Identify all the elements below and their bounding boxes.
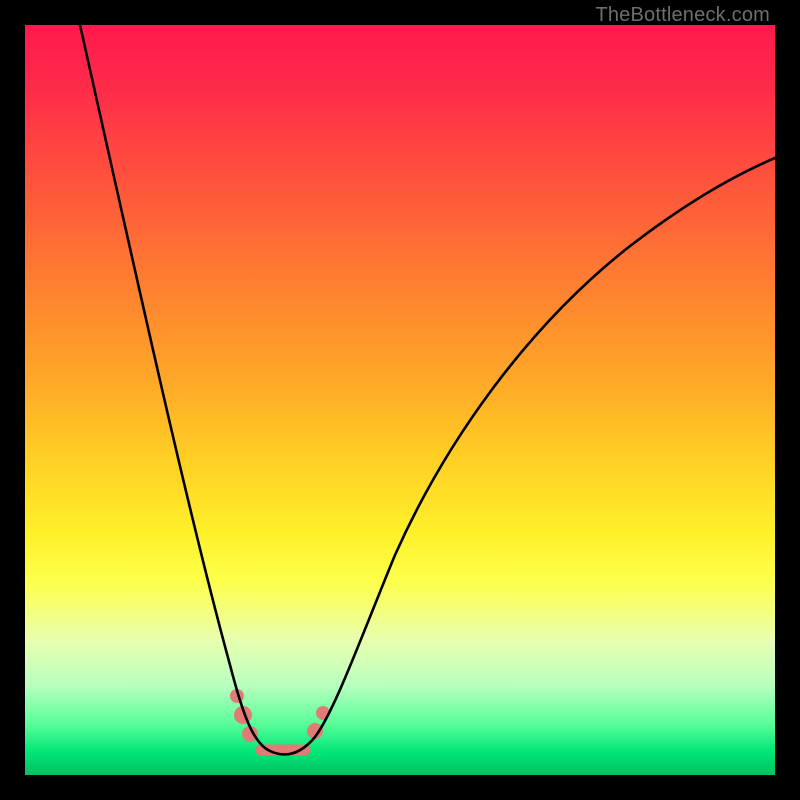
watermark-text: TheBottleneck.com <box>595 4 770 27</box>
bottleneck-curve <box>80 25 775 754</box>
valley-accent <box>230 689 330 750</box>
chart-plot-area <box>25 25 775 775</box>
chart-svg <box>25 25 775 775</box>
